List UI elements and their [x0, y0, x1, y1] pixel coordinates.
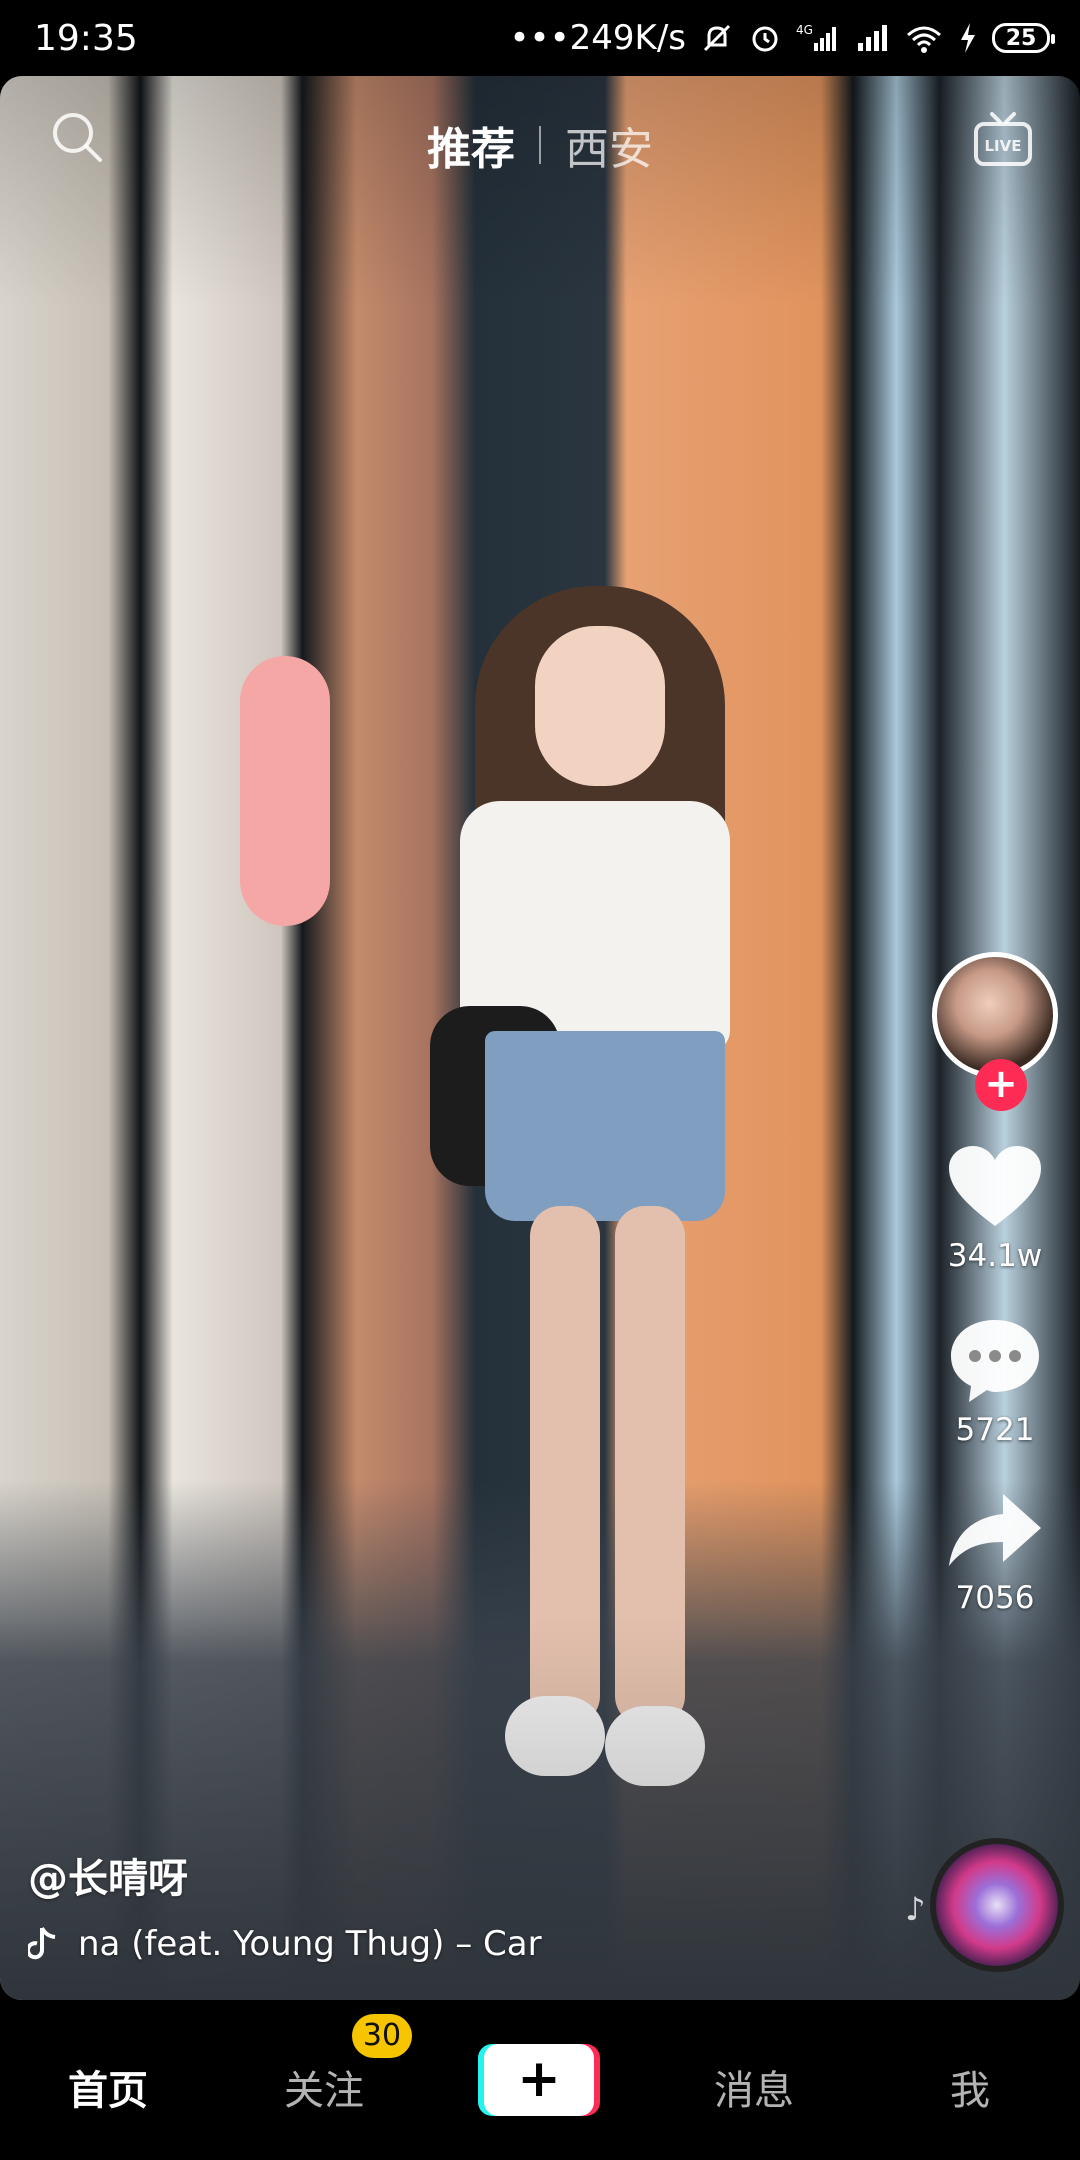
action-sidebar: + 34.1w 5721 7056: [930, 952, 1060, 1616]
4g-signal-icon: 4G: [796, 23, 836, 51]
status-time: 19:35: [34, 17, 138, 59]
comment-action[interactable]: 5721: [945, 1314, 1045, 1448]
like-action[interactable]: 34.1w: [945, 1142, 1045, 1274]
tab-recommend[interactable]: 推荐: [403, 113, 539, 177]
author-name[interactable]: @长晴呀: [28, 1846, 188, 1904]
create-plus-label: +: [484, 2044, 594, 2116]
alarm-icon: [752, 26, 778, 52]
share-count: 7056: [955, 1580, 1035, 1616]
wifi-icon: [907, 26, 941, 53]
charging-icon: [961, 23, 975, 53]
floating-note-icon: ♪: [905, 1890, 926, 1928]
share-action[interactable]: 7056: [945, 1488, 1045, 1616]
bottom-nav: 首页 关注 30 + 消息 我: [0, 2000, 1080, 2160]
nav-messages[interactable]: 消息: [714, 2058, 794, 2116]
like-count: 34.1w: [947, 1238, 1043, 1274]
network-speed: •••249K/s: [509, 18, 686, 58]
svg-text:4G: 4G: [796, 23, 813, 37]
comment-count: 5721: [955, 1412, 1035, 1448]
tab-local-city[interactable]: 西安: [541, 113, 677, 177]
creator-avatar[interactable]: +: [932, 952, 1058, 1111]
music-info[interactable]: na (feat. Young Thug) – Car: [28, 1924, 578, 1964]
status-icons: •••249K/s 4G 25: [509, 18, 1055, 58]
create-button[interactable]: +: [478, 2044, 600, 2116]
video-shade: [0, 76, 1080, 2000]
live-icon[interactable]: LIVE: [972, 110, 1034, 170]
heart-icon: [949, 1146, 1041, 1226]
nav-follow[interactable]: 关注: [284, 2058, 364, 2116]
music-title: na (feat. Young Thug) – Car: [78, 1924, 542, 1964]
nav-me[interactable]: 我: [950, 2058, 990, 2116]
status-bar: 19:35 •••249K/s 4G 25: [0, 0, 1080, 76]
video-player[interactable]: [0, 76, 1080, 2000]
music-note-icon: [28, 1927, 56, 1960]
music-disc[interactable]: [930, 1838, 1064, 1972]
follow-badge: 30: [352, 2014, 412, 2058]
mute-icon: [703, 24, 731, 52]
follow-plus-button[interactable]: +: [975, 1059, 1027, 1111]
top-tabs: 推荐 西安: [0, 100, 1080, 190]
battery-icon: 25: [992, 23, 1055, 53]
share-icon: [949, 1494, 1041, 1566]
svg-text:LIVE: LIVE: [985, 137, 1022, 155]
signal-icon: [858, 25, 887, 51]
comment-icon: [951, 1320, 1039, 1402]
nav-home[interactable]: 首页: [68, 2058, 148, 2116]
